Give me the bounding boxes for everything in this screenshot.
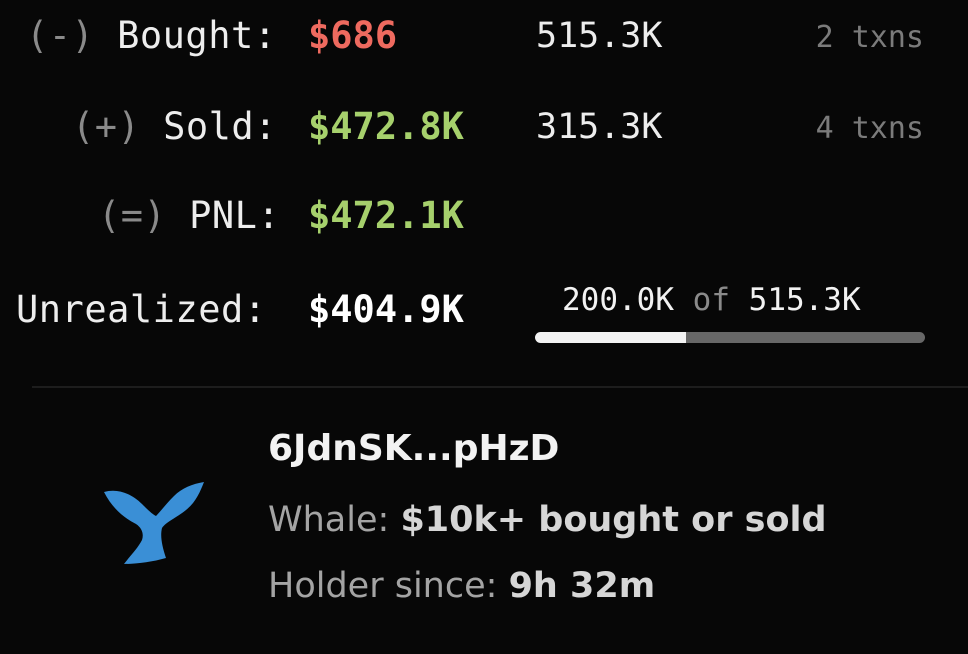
of-word: of bbox=[692, 282, 730, 318]
sold-row-label: (+) Sold: bbox=[72, 105, 277, 148]
bought-row-label: (-) Bought: bbox=[26, 14, 277, 57]
sold-txns: 4 txns bbox=[815, 111, 924, 146]
whale-tag-value: $10k+ bought or sold bbox=[400, 500, 827, 540]
unrealized-row-label: Unrealized: bbox=[16, 288, 267, 331]
sold-tokens: 315.3K bbox=[536, 107, 663, 147]
pnl-row-label: (=) PNL: bbox=[98, 194, 280, 237]
pnl-amount: $472.1K bbox=[308, 194, 464, 237]
whale-tag: Whale: $10k+ bought or sold bbox=[268, 500, 827, 540]
pnl-label: PNL: bbox=[189, 194, 281, 237]
holding-progress-text: 200.0K of 515.3K bbox=[562, 282, 861, 318]
wallet-address[interactable]: 6JdnSK...pHzD bbox=[268, 428, 559, 469]
whale-tag-label: Whale: bbox=[268, 500, 390, 540]
minus-sign: (-) bbox=[26, 14, 95, 57]
holder-since: Holder since: 9h 32m bbox=[268, 566, 655, 606]
unrealized-label: Unrealized: bbox=[16, 288, 267, 331]
equals-sign: (=) bbox=[98, 194, 167, 237]
total-amount: 515.3K bbox=[748, 282, 861, 318]
bought-label: Bought: bbox=[117, 14, 277, 57]
bought-amount: $686 bbox=[308, 14, 398, 57]
sold-label: Sold: bbox=[163, 105, 277, 148]
holder-since-label: Holder since: bbox=[268, 566, 498, 606]
held-amount: 200.0K bbox=[562, 282, 674, 318]
bought-tokens: 515.3K bbox=[536, 16, 663, 56]
whale-tail-icon bbox=[100, 478, 210, 568]
plus-sign: (+) bbox=[72, 105, 141, 148]
holder-since-value: 9h 32m bbox=[508, 566, 656, 606]
section-divider bbox=[32, 386, 968, 388]
unrealized-amount: $404.9K bbox=[308, 288, 464, 331]
sold-amount: $472.8K bbox=[308, 105, 464, 148]
holding-progress-fill bbox=[535, 332, 687, 343]
trader-stats-panel: (-) Bought: $686 515.3K 2 txns (+) Sold:… bbox=[0, 0, 968, 654]
holding-progress-bar bbox=[535, 332, 925, 343]
bought-txns: 2 txns bbox=[815, 20, 924, 55]
